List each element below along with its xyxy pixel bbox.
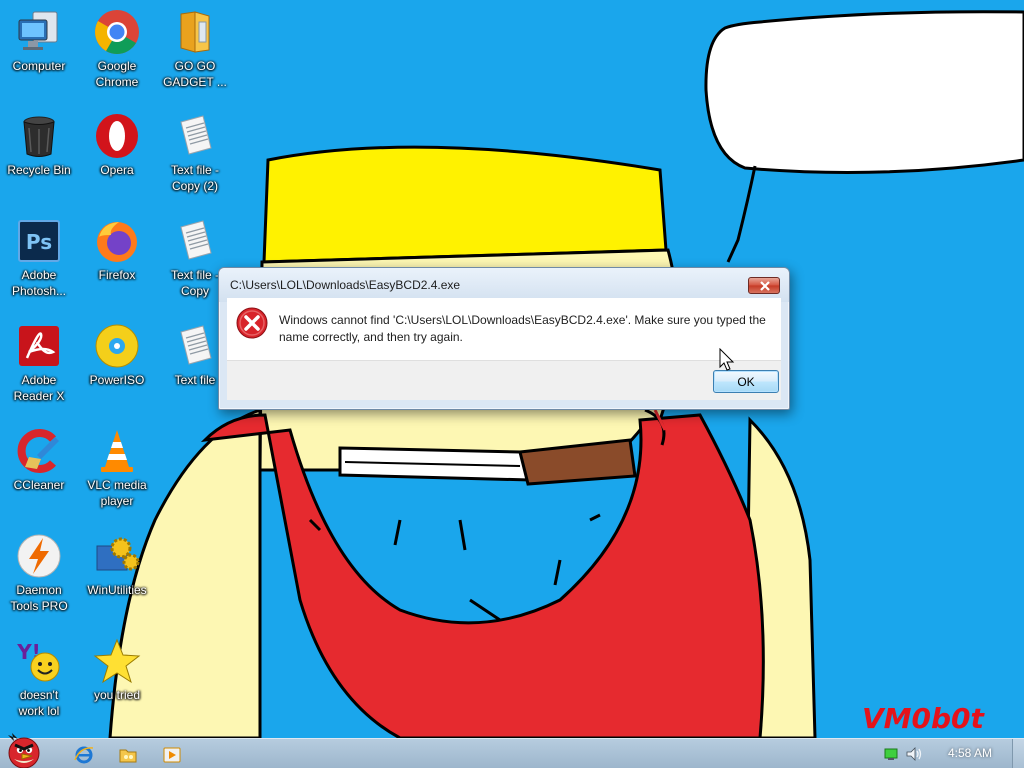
internet-explorer-icon	[74, 746, 94, 764]
wallpaper-watermark: VM0b0t	[862, 702, 984, 735]
error-icon	[236, 307, 268, 339]
desktop-icon-label: Adobe Reader X	[13, 373, 65, 403]
angry-bird-icon	[8, 733, 40, 768]
desktop-icon-label: you tried	[93, 688, 141, 702]
desktop-icon-label: GO GO GADGET ...	[163, 59, 227, 89]
desktop-icon-vlc[interactable]: VLC media player	[78, 427, 156, 527]
text-file-icon	[180, 220, 212, 260]
dialog-titlebar[interactable]: C:\Users\LOL\Downloads\EasyBCD2.4.exe	[219, 268, 789, 302]
desktop-icon-label: Computer	[12, 59, 66, 73]
text-file-icon	[180, 115, 212, 155]
computer-icon	[18, 11, 58, 50]
desktop-icon-recycle-bin[interactable]: Recycle Bin	[0, 112, 78, 212]
ok-button[interactable]: OK	[713, 370, 779, 393]
folder-icon	[119, 749, 137, 763]
desktop-icon-label: Adobe Photosh...	[11, 268, 67, 298]
taskbar: 4:58 AM	[0, 733, 1024, 768]
ccleaner-icon	[17, 429, 59, 473]
yahoo-messenger-icon: Y!	[16, 640, 60, 682]
desktop-icon-adobe-reader[interactable]: Adobe Reader X	[0, 322, 78, 422]
desktop[interactable]: VM0b0t Computer Google Chrome GO GO GADG…	[0, 0, 1024, 738]
firefox-icon	[97, 222, 137, 262]
dialog-message: Windows cannot find 'C:\Users\LOL\Downlo…	[279, 313, 766, 344]
recycle-bin-icon	[23, 116, 55, 157]
desktop-icon-label: VLC media player	[87, 478, 147, 508]
adobe-reader-icon	[19, 326, 59, 366]
gears-icon	[96, 537, 140, 571]
taskbar-clock[interactable]: 4:58 AM	[930, 746, 1010, 760]
lightning-icon	[17, 534, 61, 578]
star-icon	[93, 638, 141, 684]
desktop-icon-label: Opera	[100, 163, 134, 177]
desktop-icon-computer[interactable]: Computer	[0, 8, 78, 108]
desktop-icon-opera[interactable]: Opera	[78, 112, 156, 212]
desktop-icon-label: PowerISO	[89, 373, 145, 387]
vlc-cone-icon	[101, 430, 133, 472]
desktop-icon-label: Google Chrome	[95, 59, 139, 89]
desktop-icon-label: Text file - Copy (2)	[170, 163, 219, 193]
desktop-icon-yahoo-messenger[interactable]: Y! doesn't work lol	[0, 637, 78, 737]
desktop-icon-poweriso[interactable]: PowerISO	[78, 322, 156, 422]
taskbar-media-player[interactable]	[152, 740, 190, 767]
desktop-icon-winutilities[interactable]: WinUtilities	[78, 532, 156, 632]
desktop-icon-label: Firefox	[98, 268, 136, 282]
folder-icon	[180, 11, 210, 53]
network-icon[interactable]	[884, 748, 898, 760]
desktop-icon-go-go-gadget[interactable]: GO GO GADGET ...	[156, 8, 234, 108]
dialog-footer: OK	[227, 360, 781, 400]
disc-icon	[95, 324, 139, 368]
desktop-icon-you-tried[interactable]: you tried	[78, 637, 156, 737]
text-file-icon	[180, 325, 212, 365]
show-desktop-button[interactable]	[1012, 739, 1024, 768]
desktop-icon-label: CCleaner	[13, 478, 65, 492]
taskbar-internet-explorer[interactable]	[64, 740, 102, 767]
desktop-icon-label: WinUtilities	[87, 583, 147, 597]
desktop-icon-label: doesn't work lol	[18, 688, 60, 718]
close-button[interactable]	[748, 277, 780, 294]
taskbar-file-explorer[interactable]	[108, 740, 146, 767]
wallpaper-speech-text	[735, 34, 1024, 154]
desktop-icon-ccleaner[interactable]: CCleaner	[0, 427, 78, 527]
speaker-icon[interactable]	[906, 747, 924, 761]
dialog-title: C:\Users\LOL\Downloads\EasyBCD2.4.exe	[230, 278, 461, 292]
close-icon	[760, 281, 770, 291]
chrome-icon	[95, 10, 139, 54]
photoshop-icon: Ps	[18, 220, 60, 262]
desktop-icon-firefox[interactable]: Firefox	[78, 217, 156, 317]
media-player-icon	[163, 747, 181, 763]
mouse-cursor-icon	[719, 348, 735, 371]
svg-text:Ps: Ps	[26, 230, 52, 254]
desktop-icon-google-chrome[interactable]: Google Chrome	[78, 8, 156, 108]
desktop-icon-label: Recycle Bin	[7, 163, 71, 177]
desktop-icon-label: Daemon Tools PRO	[10, 583, 68, 613]
error-dialog[interactable]: C:\Users\LOL\Downloads\EasyBCD2.4.exe Wi…	[218, 267, 790, 410]
desktop-icon-daemon-tools[interactable]: Daemon Tools PRO	[0, 532, 78, 632]
desktop-icon-adobe-photoshop[interactable]: Ps Adobe Photosh...	[0, 217, 78, 317]
dialog-body: Windows cannot find 'C:\Users\LOL\Downlo…	[227, 298, 781, 360]
start-button[interactable]	[2, 729, 46, 768]
opera-icon	[96, 114, 138, 158]
desktop-icon-text-file-1[interactable]: Text file - Copy (2)	[156, 112, 234, 212]
